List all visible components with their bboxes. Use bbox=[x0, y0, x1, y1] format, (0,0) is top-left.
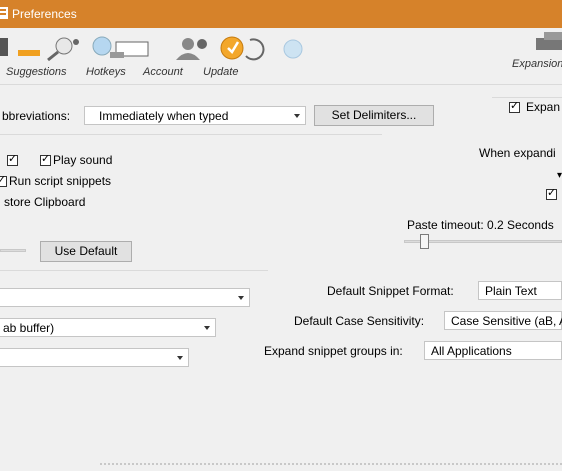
suggestions-icon[interactable] bbox=[18, 34, 82, 65]
app-icon bbox=[0, 6, 10, 20]
section-divider bbox=[492, 97, 562, 98]
default-format-value: Plain Text bbox=[485, 284, 537, 298]
case-sensitivity-select[interactable]: Case Sensitive (aB, A bbox=[444, 311, 562, 330]
left-select-1[interactable] bbox=[0, 288, 250, 307]
set-delimiters-button[interactable]: Set Delimiters... bbox=[314, 105, 434, 126]
abbreviations-label: bbreviations: bbox=[2, 109, 71, 123]
tab-suggestions[interactable]: Suggestions bbox=[6, 66, 67, 78]
left-select-2-value: ab buffer) bbox=[3, 321, 55, 335]
chevron-down-icon bbox=[204, 326, 210, 330]
default-format-label: Default Snippet Format: bbox=[327, 284, 454, 298]
paste-timeout-label: Paste timeout: 0.2 Seconds bbox=[407, 218, 554, 232]
update-icon[interactable] bbox=[220, 34, 268, 65]
run-script-label-text: Run script snippets bbox=[9, 174, 112, 188]
case-sensitivity-value: Case Sensitive (aB, A bbox=[451, 314, 562, 328]
tab-expansion[interactable]: Expansion bbox=[512, 58, 562, 70]
expand-label: Expan bbox=[526, 100, 561, 114]
default-format-select[interactable]: Plain Text bbox=[478, 281, 562, 300]
chevron-down-icon bbox=[238, 296, 244, 300]
use-default-button[interactable]: Use Default bbox=[40, 241, 132, 262]
abbreviations-select[interactable]: Immediately when typed bbox=[84, 106, 306, 125]
expand-groups-label: Expand snippet groups in: bbox=[264, 344, 403, 358]
chevron-down-icon bbox=[177, 356, 183, 360]
play-sound-checkbox[interactable] bbox=[40, 152, 51, 166]
chevron-down-icon bbox=[294, 114, 300, 118]
title-bar: Preferences bbox=[0, 0, 562, 28]
when-expanding-label: When expandi bbox=[479, 146, 556, 160]
window-title: Preferences bbox=[12, 7, 77, 21]
hotkeys-icon[interactable] bbox=[92, 34, 152, 65]
extra-icon[interactable] bbox=[282, 38, 304, 63]
case-sensitivity-label: Default Case Sensitivity: bbox=[294, 314, 425, 328]
tab-hotkeys[interactable]: Hotkeys bbox=[86, 66, 126, 78]
restore-clipboard-label: store Clipboard bbox=[4, 195, 86, 209]
left-select-2[interactable]: ab buffer) bbox=[0, 318, 216, 337]
paste-timeout-slider-thumb[interactable] bbox=[419, 234, 429, 249]
abbreviations-value: Immediately when typed bbox=[99, 109, 229, 123]
expand-checkbox[interactable] bbox=[509, 99, 520, 113]
right-option-checkbox[interactable] bbox=[546, 186, 557, 200]
tab-update[interactable]: Update bbox=[203, 66, 238, 78]
run-script-checkbox[interactable] bbox=[0, 173, 7, 187]
tab-account[interactable]: Account bbox=[143, 66, 183, 78]
section-divider bbox=[0, 134, 382, 135]
left-select-3[interactable] bbox=[0, 348, 189, 367]
toolbar-divider bbox=[0, 84, 562, 85]
expand-groups-value: All Applications bbox=[431, 344, 512, 358]
left-slider[interactable] bbox=[0, 249, 26, 252]
account-icon[interactable] bbox=[168, 34, 212, 65]
toolbar: Suggestions Hotkeys Account Update Expan… bbox=[0, 28, 562, 84]
truncated-mark: ▾ bbox=[557, 170, 562, 181]
section-divider bbox=[0, 270, 268, 271]
play-sound-label: Play sound bbox=[53, 153, 113, 167]
partial-tab-icon[interactable] bbox=[0, 36, 12, 61]
unknown-checkbox[interactable] bbox=[7, 152, 18, 166]
resize-grip[interactable] bbox=[100, 463, 562, 465]
expand-groups-select[interactable]: All Applications bbox=[424, 341, 562, 360]
